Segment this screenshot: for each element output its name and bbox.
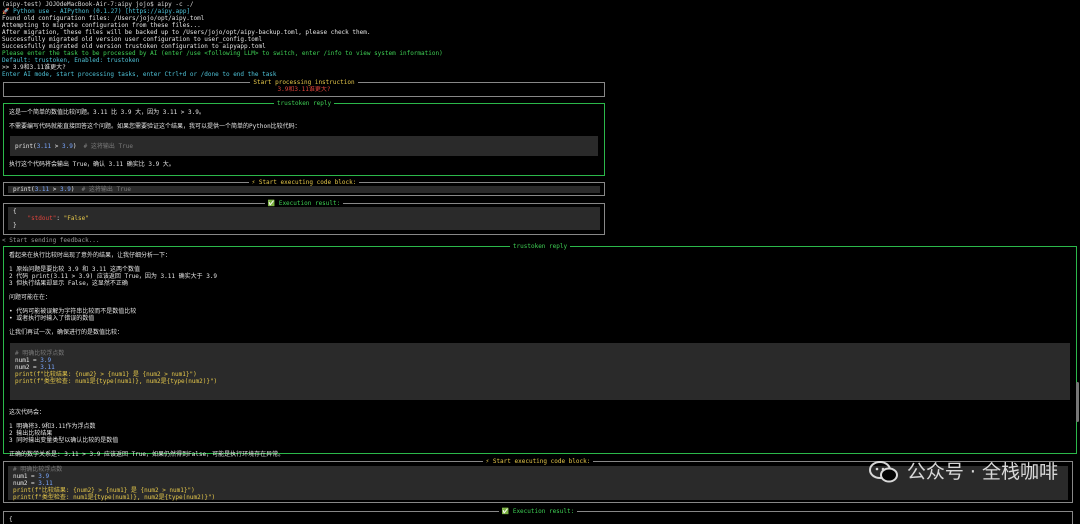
reply-paragraph: 不需要编写代码就能直接回答这个问题。如果您需要验证这个结果，我可以提供一个简单的… [9, 123, 301, 130]
prompt-line: (aipy-test) JOJOdeMacBook-Air-7:aipy joj… [2, 1, 194, 8]
instruction-panel: Start processing instruction 3.9和3.11谁更大… [3, 79, 605, 97]
log-line: Successfully migrated old version user c… [2, 36, 263, 43]
code-line: print(f"类型检查: num1是{type(num1)}, num2是{t… [13, 494, 216, 501]
log-line: After migration, these files will be bac… [2, 29, 371, 36]
input-line: >> 3.9和3.11谁更大? [2, 64, 66, 71]
step-item: 3 但执行结果却显示 False，这显然不正确 [9, 280, 128, 287]
mode-line: Enter AI mode, start processing tasks, e… [2, 71, 277, 78]
hint-line: Please enter the task to be processed by… [2, 50, 443, 57]
code-block: print(3.11 > 3.9) # 这将输出 True [10, 136, 598, 156]
code-line: # 明确比较浮点数 [15, 350, 65, 357]
exec-panel-1-title: ⚡ Start executing code block: [248, 179, 360, 186]
result-panel-1: ✅ Execution result: { "stdout": "False" … [3, 200, 605, 235]
default-line: Default: trustoken, Enabled: trustoken [2, 57, 140, 64]
outcome-item: 2 输出比较结果 [9, 430, 53, 437]
result-panel-2: ✅ Execution result: { [3, 508, 1073, 524]
issue-item: • 或者执行时输入了错误的数值 [9, 315, 95, 322]
code-line: print(f"类型检查: num1是{type(num1)}, num2是{t… [15, 378, 218, 385]
log-line: Found old configuration files: /Users/jo… [2, 15, 205, 22]
watermark: 公众号 · 全栈咖啡 [868, 460, 1058, 484]
wechat-icon [868, 460, 899, 484]
code-line: print(3.11 > 3.9) # 这将输出 True [15, 143, 133, 150]
reply-panel-1: trustoken reply 这是一个简单的数值比较问题。3.11 比 3.9… [3, 100, 605, 176]
terminal-header: (aipy-test) JOJOdeMacBook-Air-7:aipy joj… [0, 1, 1080, 78]
reply-panel-1-title: trustoken reply [273, 100, 335, 107]
result-panel-2-title: ✅ Execution result: [498, 508, 578, 515]
banner-line: 🚀 Python use - AIPython (0.1.27) [https:… [2, 8, 191, 15]
scrollbar-thumb[interactable] [1076, 382, 1079, 422]
log-line: Successfully migrated old version trusto… [2, 43, 266, 50]
exec-panel-1: ⚡ Start executing code block: print(3.11… [3, 179, 605, 196]
result-block: { "stdout": "False" } [8, 207, 600, 230]
reply-paragraph: 看起来在执行比较时出现了意外的结果，让我仔细分析一下： [9, 252, 172, 259]
step-item: 2 代码 print(3.11 > 3.9) 应该返回 True，因为 3.11… [9, 273, 218, 280]
outcome-item: 3 同时输出变量类型以确认比较的是数值 [9, 437, 119, 444]
reply-panel-2: trustoken reply 看起来在执行比较时出现了意外的结果，让我仔细分析… [3, 243, 1077, 458]
code-line: num2 = 3.11 [15, 364, 55, 371]
outcome-item: 1 明确将3.9和3.11作为浮点数 [9, 423, 96, 430]
issue-heading: 问题可能在在： [9, 294, 52, 301]
code-line: print(f"比较结果: {num2} > {num1} 是 {num2 > … [15, 371, 197, 378]
reply-paragraph: 正确的数学关系是: 3.11 > 3.9 应该返回 True，如果仍然得到Fal… [9, 451, 285, 458]
reply-paragraph: 让我们再试一次，确保进行的是数值比较： [9, 329, 124, 336]
exec-panel-2-title: ⚡ Start executing code block: [482, 458, 594, 465]
result-line: "stdout": "False" [27, 215, 89, 222]
code-line: num1 = 3.9 [15, 357, 52, 364]
instruction-panel-title: Start processing instruction [250, 79, 358, 86]
watermark-text: 公众号 · 全栈咖啡 [906, 460, 1058, 483]
reply-paragraph: 这是一个简单的数值比较问题。3.11 比 3.9 大，因为 3.11 > 3.9… [9, 109, 205, 116]
log-line: Attempting to migrate configuration from… [2, 22, 201, 29]
reply-paragraph: 执行这个代码将会输出 True，确认 3.11 确实比 3.9 大。 [9, 161, 175, 168]
code-line: print(3.11 > 3.9) # 这将输出 True [13, 186, 131, 193]
code-line: print(f"比较结果: {num2} > {num1} 是 {num2 > … [13, 487, 195, 494]
code-block: # 明确比较浮点数 num1 = 3.9 num2 = 3.11 print(f… [10, 343, 1070, 400]
result-line: } [13, 222, 17, 229]
reply-paragraph: 这次代码会： [9, 409, 46, 416]
issue-item: • 代码可能被误解为字符串比较而不是数值比较 [9, 308, 137, 315]
step-item: 1 原始问题是要比较 3.9 和 3.11 这两个数值 [9, 266, 140, 273]
code-block: print(3.11 > 3.9) # 这将输出 True [8, 186, 600, 193]
instruction-text: 3.9和3.11谁更大? [277, 86, 331, 93]
result-panel-1-title: ✅ Execution result: [264, 200, 344, 207]
reply-panel-2-title: trustoken reply [509, 243, 571, 250]
result-line: { [13, 208, 17, 215]
